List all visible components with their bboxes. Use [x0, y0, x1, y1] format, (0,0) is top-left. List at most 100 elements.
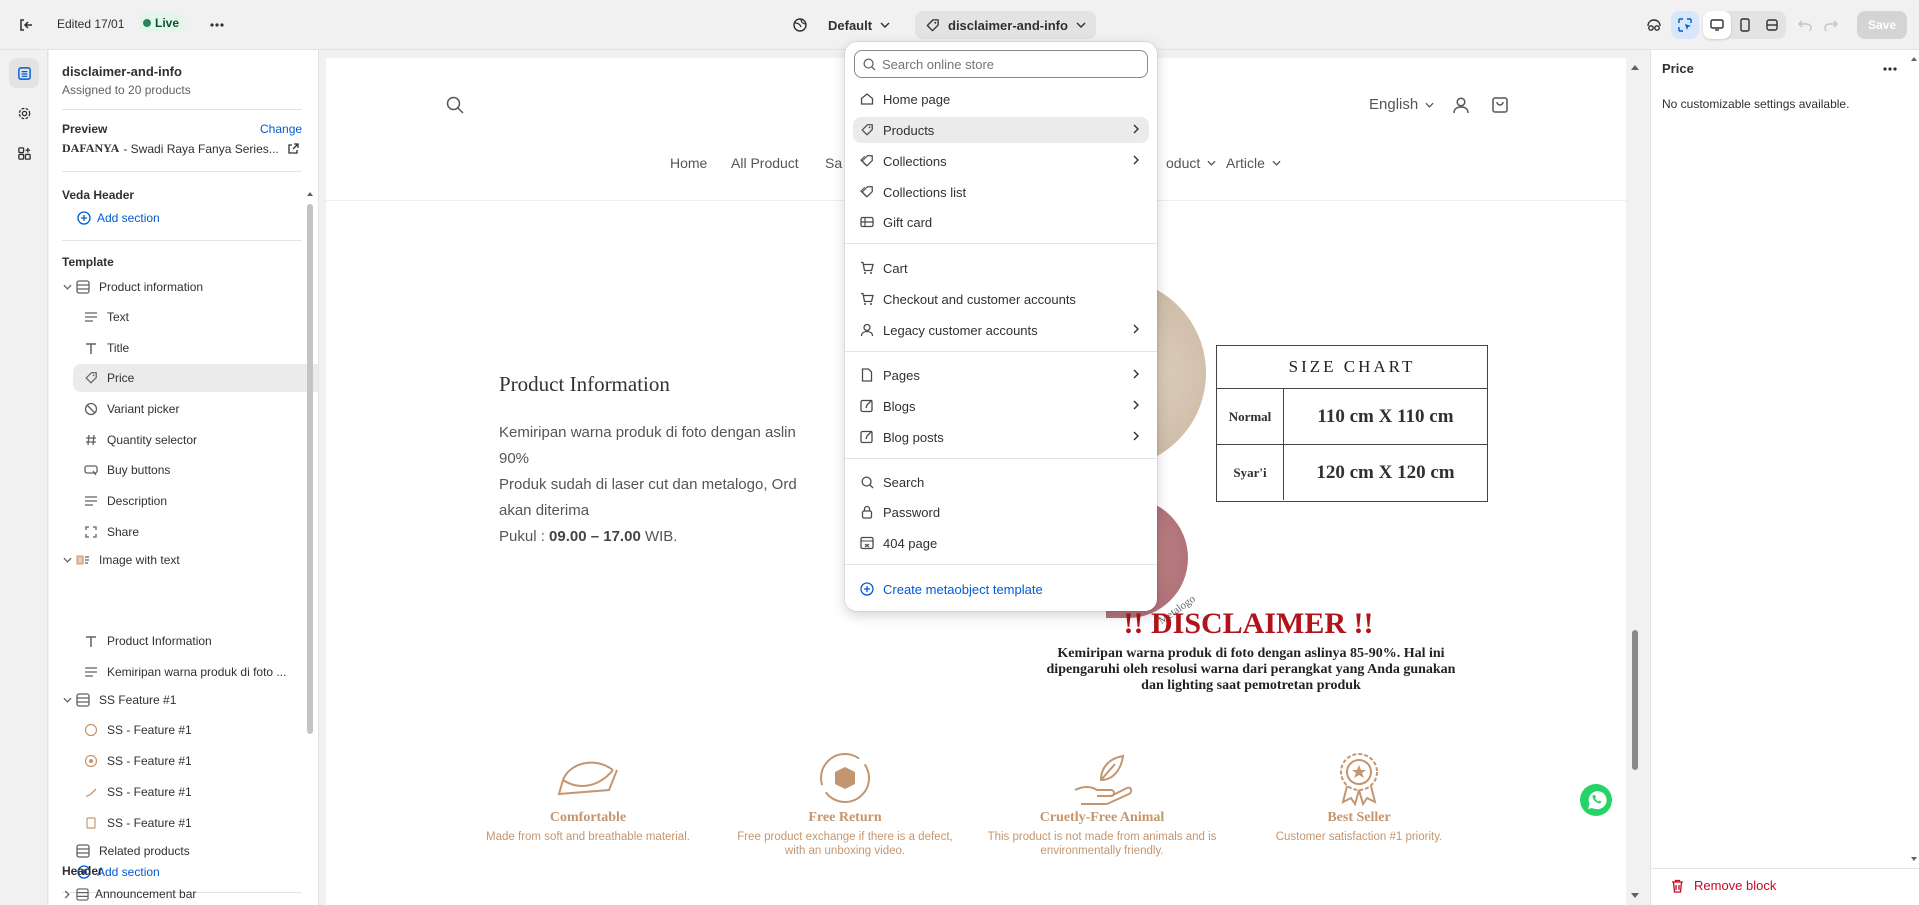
image-text-icon: [75, 552, 91, 568]
panel-more-button[interactable]: [1877, 58, 1903, 80]
block-ss-feature[interactable]: SS - Feature #1: [83, 747, 318, 775]
menu-gift-card[interactable]: Gift card: [853, 209, 1149, 235]
feature-desc: Customer satisfaction #1 priority.: [1275, 831, 1443, 843]
share-icon: [83, 524, 99, 540]
checkout-cart-icon: [859, 291, 875, 307]
menu-label: Legacy customer accounts: [883, 322, 1038, 338]
block-buy-buttons[interactable]: Buy buttons: [83, 456, 318, 484]
panel-scroll-down[interactable]: [1910, 856, 1918, 862]
status-text: Live: [155, 16, 180, 30]
menu-separator: [845, 351, 1157, 352]
undo-button[interactable]: [1793, 12, 1817, 38]
menu-blogs[interactable]: Blogs: [853, 393, 1149, 419]
chevron-down-icon: [880, 22, 890, 28]
block-ss-feature[interactable]: SS - Feature #1: [83, 778, 318, 806]
chevron-down-icon: [1076, 22, 1086, 28]
menu-products[interactable]: Products: [853, 117, 1149, 143]
section-product-information[interactable]: Product information: [59, 273, 318, 301]
section-image-with-text[interactable]: Image with text: [59, 546, 318, 574]
language-selector[interactable]: English: [1369, 96, 1434, 113]
menu-password[interactable]: Password: [853, 499, 1149, 525]
menu-blog-posts[interactable]: Blog posts: [853, 424, 1149, 450]
menu-home-page[interactable]: Home page: [853, 86, 1149, 112]
mobile-view-button[interactable]: [1731, 11, 1759, 39]
fullscreen-button[interactable]: [1758, 11, 1786, 39]
chevron-down-icon[interactable]: [59, 284, 75, 290]
block-kemiripan-text[interactable]: Kemiripan warna produk di foto ...: [83, 658, 318, 686]
redo-button[interactable]: [1819, 12, 1843, 38]
select-mode-button[interactable]: [1671, 11, 1699, 39]
block-text[interactable]: Text: [83, 303, 318, 331]
nav-article[interactable]: Article: [1226, 155, 1281, 171]
search-input[interactable]: [882, 56, 1132, 72]
whatsapp-icon[interactable]: [1579, 783, 1613, 817]
chevron-down-icon: [1425, 102, 1434, 108]
menu-checkout[interactable]: Checkout and customer accounts: [853, 286, 1149, 312]
block-price[interactable]: Price: [73, 364, 318, 392]
block-variant-picker[interactable]: Variant picker: [83, 395, 318, 423]
desktop-view-button[interactable]: [1703, 11, 1731, 39]
create-metaobject-template[interactable]: Create metaobject template: [853, 576, 1149, 602]
leaf-icon: [473, 750, 703, 810]
error-page-icon: [859, 535, 875, 551]
menu-search[interactable]: Search: [853, 469, 1149, 495]
nav-sale[interactable]: Sa: [825, 155, 842, 171]
theme-select[interactable]: Default: [782, 12, 900, 38]
settings-tab[interactable]: [9, 98, 39, 128]
nav-all-product[interactable]: All Product: [731, 155, 799, 171]
block-title[interactable]: Title: [83, 334, 318, 362]
template-select[interactable]: disclaimer-and-info: [915, 11, 1096, 39]
external-link-icon: [287, 142, 299, 155]
sections-tab[interactable]: [9, 58, 39, 88]
menu-legacy-accounts[interactable]: Legacy customer accounts: [853, 317, 1149, 343]
menu-pages[interactable]: Pages: [853, 362, 1149, 388]
menu-collections[interactable]: Collections: [853, 148, 1149, 174]
no-settings-message: No customizable settings available.: [1662, 97, 1850, 111]
sidebar-scrollbar[interactable]: [306, 190, 314, 900]
edited-label: Edited 17/01: [57, 17, 125, 31]
search-icon[interactable]: [446, 96, 464, 114]
nav-product[interactable]: oduct: [1166, 155, 1216, 171]
chevron-down-icon[interactable]: [59, 697, 75, 703]
text-block-icon: [83, 493, 99, 509]
block-ss-feature[interactable]: SS - Feature #1: [83, 716, 318, 744]
block-quantity-selector[interactable]: Quantity selector: [83, 426, 318, 454]
preview-scrollbar[interactable]: [1628, 58, 1642, 905]
block-description[interactable]: Description: [83, 487, 318, 515]
change-preview-link[interactable]: Change: [260, 122, 302, 136]
user-icon[interactable]: [1452, 96, 1470, 114]
cart-icon[interactable]: [1491, 96, 1509, 114]
menu-collections-list[interactable]: Collections list: [853, 179, 1149, 205]
save-button[interactable]: Save: [1857, 11, 1907, 39]
block-ss-feature[interactable]: SS - Feature #1: [83, 809, 318, 837]
block-share[interactable]: Share: [83, 518, 318, 546]
menu-label: Create metaobject template: [883, 581, 1043, 597]
menu-label: Collections: [883, 153, 947, 169]
remove-block-button[interactable]: Remove block: [1671, 878, 1776, 893]
inspector-button[interactable]: [1640, 11, 1668, 39]
add-section-header-button[interactable]: Add section: [77, 211, 160, 225]
menu-404-page[interactable]: 404 page: [853, 530, 1149, 556]
exit-button[interactable]: [12, 11, 40, 39]
chevron-down-icon[interactable]: [59, 557, 75, 563]
template-dropdown: Home page Products Collections Collectio…: [845, 42, 1157, 611]
menu-label: Home page: [883, 91, 951, 107]
block-product-information-heading[interactable]: Product Information: [83, 627, 318, 655]
assigned-count: Assigned to 20 products: [62, 83, 191, 97]
nav-home[interactable]: Home: [670, 155, 707, 171]
menu-cart[interactable]: Cart: [853, 255, 1149, 281]
chevron-right-icon: [1133, 124, 1139, 134]
more-button[interactable]: [204, 12, 230, 38]
search-field[interactable]: [854, 50, 1148, 78]
select-icon: [1677, 17, 1693, 33]
menu-label: Blog posts: [883, 429, 944, 445]
section-related-products[interactable]: Related products: [59, 837, 318, 865]
preview-product-link[interactable]: DAFANYA - Swadi Raya Fanya Series...: [62, 141, 302, 156]
feature-desc: This product is not made from animals an…: [987, 831, 1217, 857]
panel-scroll-up[interactable]: [1910, 56, 1918, 62]
size-label: Normal: [1217, 389, 1284, 444]
section-announcement-bar[interactable]: Announcement bar: [64, 887, 196, 901]
apps-tab[interactable]: [9, 138, 39, 168]
section-ss-feature[interactable]: SS Feature #1: [59, 686, 318, 714]
menu-separator: [845, 458, 1157, 459]
